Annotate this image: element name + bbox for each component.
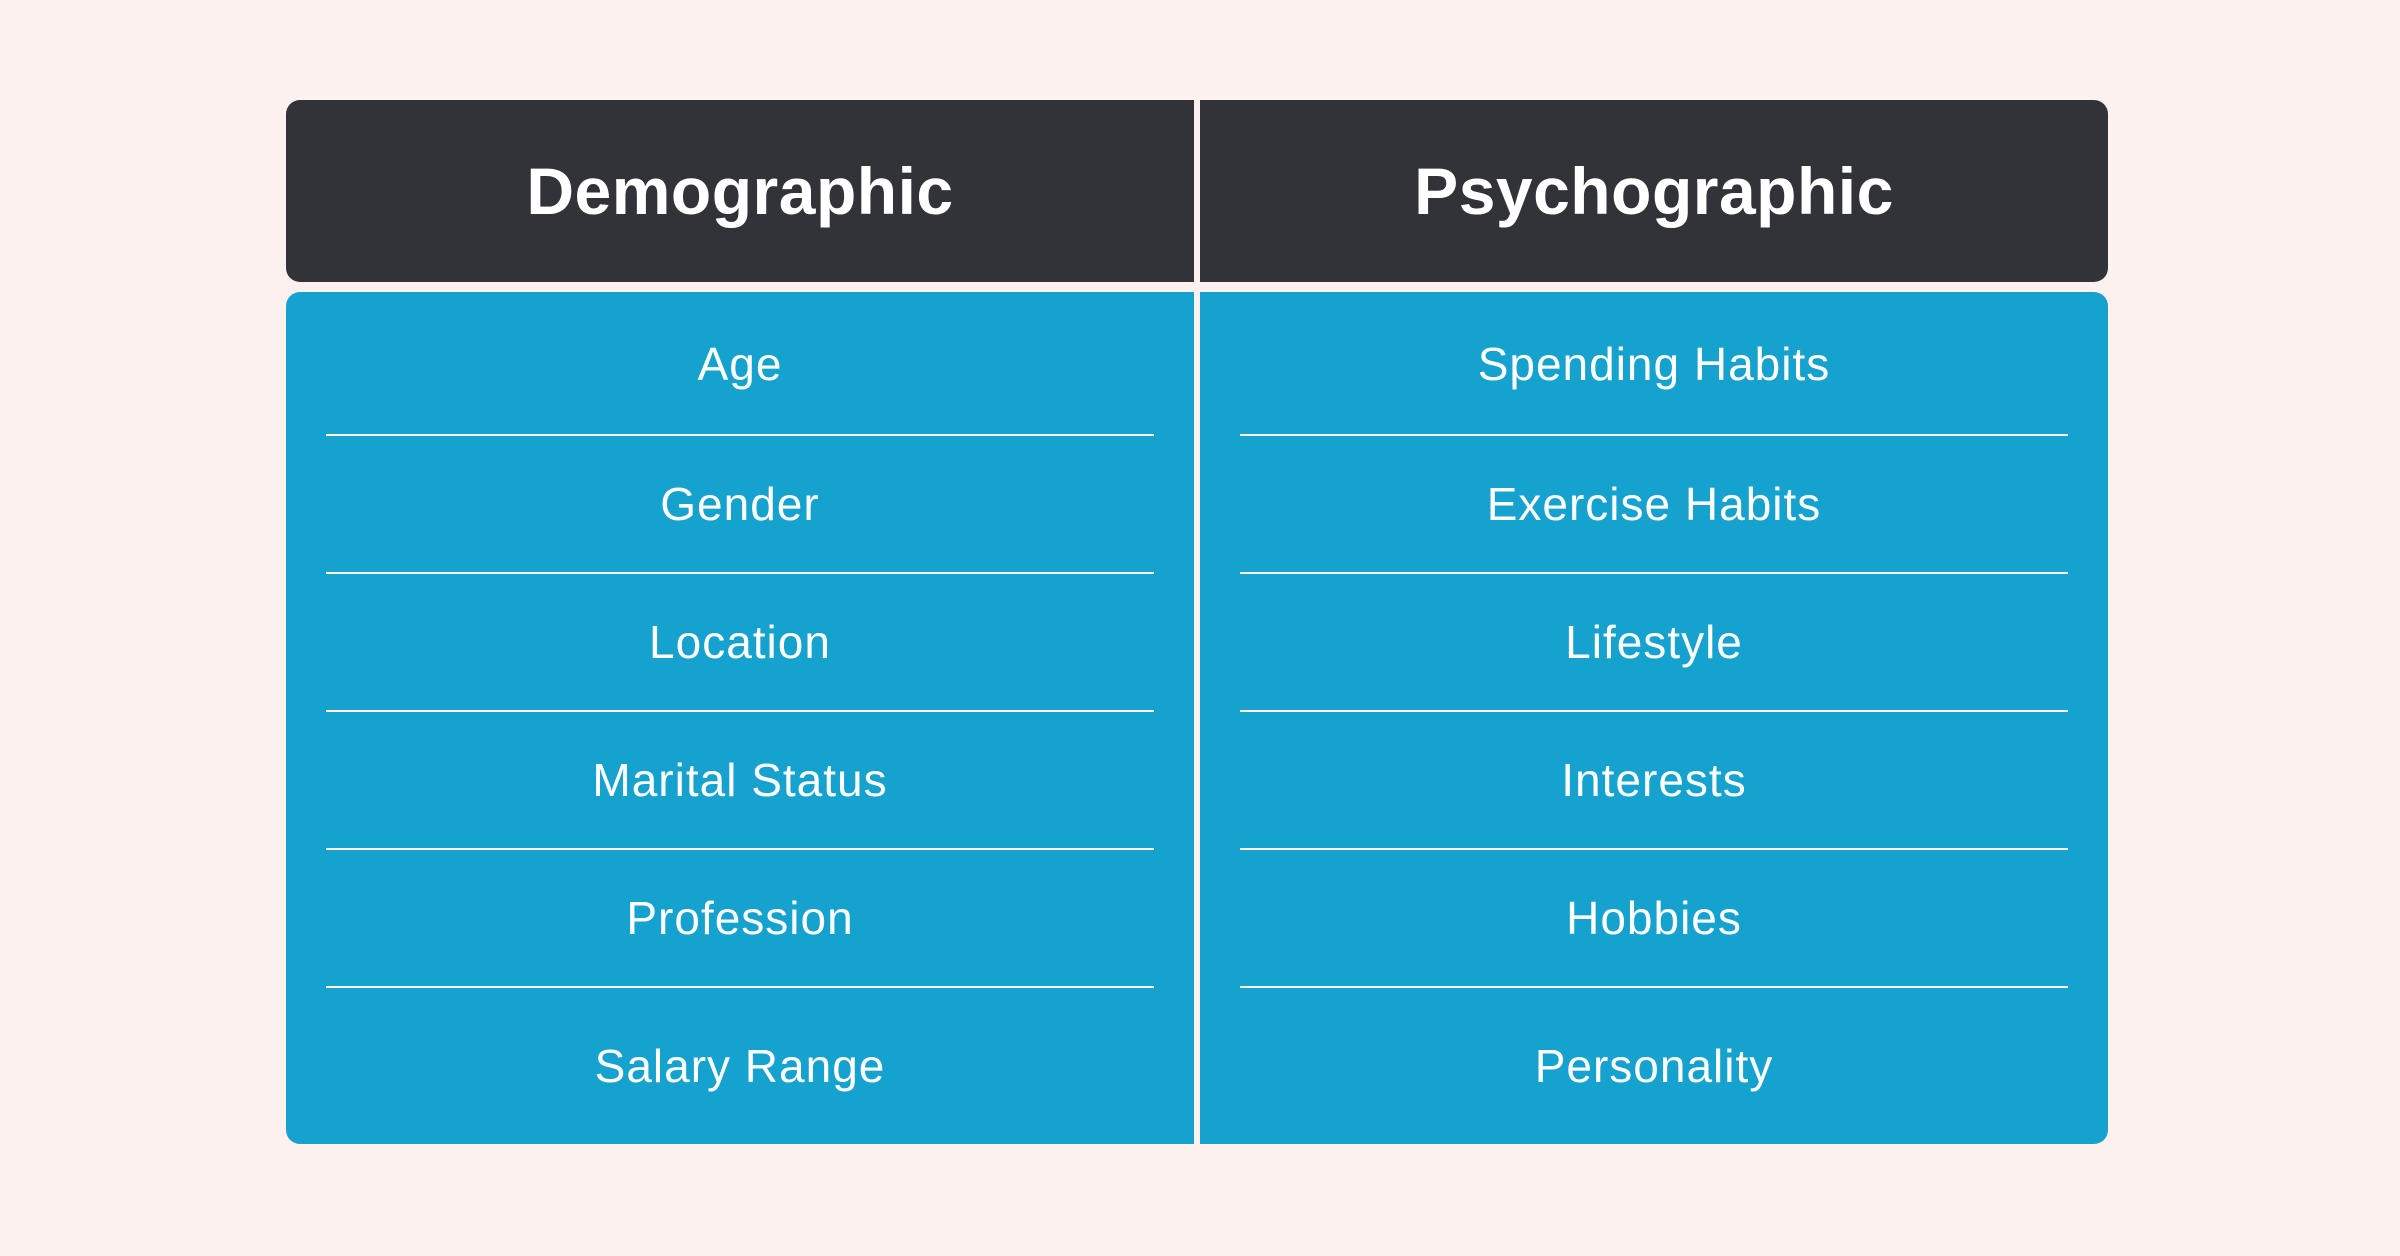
demographic-list: Age Gender Location Marital Status Profe… [286,292,1194,1144]
list-item: Profession [626,892,854,944]
list-item: Spending Habits [1477,337,1831,390]
list-item: Marital Status [592,754,888,806]
list-item: Hobbies [1566,892,1742,944]
psychographic-list: Spending Habits Exercise Habits Lifestyl… [1200,292,2108,1144]
list-item: Location [649,616,831,668]
demographic-header: Demographic [286,100,1194,282]
list-item: Personality [1534,1039,1774,1092]
list-item: Gender [660,478,820,530]
list-item: Lifestyle [1565,616,1743,668]
list-item: Exercise Habits [1486,478,1822,530]
list-item: Age [697,337,783,390]
list-item: Salary Range [594,1039,886,1092]
list-item: Interests [1561,754,1747,806]
psychographic-header: Psychographic [1200,100,2108,282]
